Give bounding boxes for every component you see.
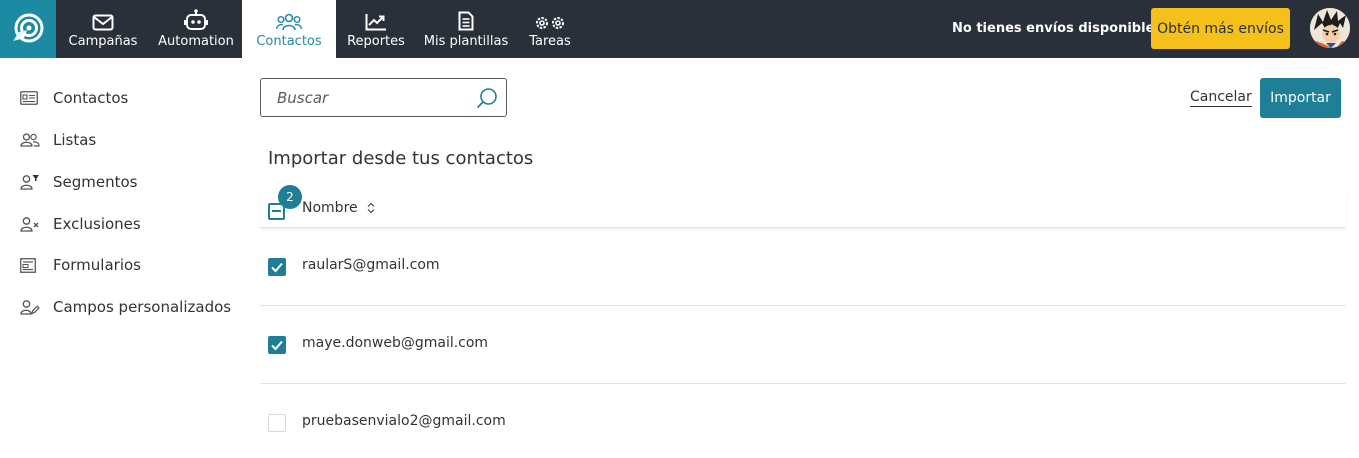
nav-campanas[interactable]: Campañas <box>56 0 150 58</box>
app-logo[interactable] <box>0 0 56 58</box>
cancel-button[interactable]: Cancelar <box>1190 89 1252 107</box>
page-title: Importar desde tus contactos <box>268 148 534 169</box>
nav-label: Contactos <box>256 34 322 49</box>
envelope-icon <box>92 9 114 31</box>
contact-email: maye.donweb@gmail.com <box>302 335 489 351</box>
nav-mis-plantillas[interactable]: Mis plantillas <box>416 0 516 58</box>
users-icon <box>20 130 42 150</box>
gears-icon <box>534 9 566 31</box>
nav-label: Reportes <box>347 34 405 49</box>
table-row: pruebasenvialo2@gmail.com <box>260 384 1346 458</box>
search-input[interactable] <box>277 87 467 109</box>
sidebar-item-label: Listas <box>53 131 97 149</box>
import-button[interactable]: Importar <box>1260 78 1341 118</box>
search-box <box>260 78 507 117</box>
nav-label: Tareas <box>529 34 571 49</box>
nav-reportes[interactable]: Reportes <box>336 0 416 58</box>
contact-email: pruebasenvialo2@gmail.com <box>302 413 506 429</box>
sidebar-item-label: Formularios <box>53 256 141 274</box>
sidebar-item-segmentos[interactable]: Segmentos <box>20 169 138 195</box>
sidebar-item-contactos[interactable]: Contactos <box>20 85 128 111</box>
check-icon <box>271 262 283 273</box>
chart-trend-icon <box>365 9 387 31</box>
table-row: maye.donweb@gmail.com <box>260 306 1346 384</box>
sidebar-item-label: Exclusiones <box>53 215 141 233</box>
obten-mas-envios-button[interactable]: Obtén más envíos <box>1151 8 1290 49</box>
check-icon <box>271 340 283 351</box>
row-checkbox[interactable] <box>268 414 286 432</box>
main-nav: Campañas Automation Contactos Reportes M… <box>56 0 584 58</box>
user-edit-icon <box>20 297 42 317</box>
table-header: 2 Nombre <box>260 185 1346 228</box>
nav-tareas[interactable]: Tareas <box>516 0 584 58</box>
search-icon <box>476 88 497 109</box>
id-card-icon <box>20 88 42 108</box>
form-icon <box>20 255 42 275</box>
top-navigation-bar: Campañas Automation Contactos Reportes M… <box>0 0 1359 58</box>
nav-label: Mis plantillas <box>423 34 509 49</box>
sidebar-item-formularios[interactable]: Formularios <box>20 252 141 278</box>
nav-contactos[interactable]: Contactos <box>242 0 336 58</box>
contact-email: raularS@gmail.com <box>302 257 440 273</box>
sidebar-item-listas[interactable]: Listas <box>20 127 96 153</box>
users-icon <box>276 9 302 31</box>
sidebar: Contactos Listas Segmentos Exclusiones F… <box>0 58 245 458</box>
user-x-icon <box>20 214 42 234</box>
table-row: raularS@gmail.com <box>260 228 1346 306</box>
no-envios-notice: No tienes envíos disponibles. <box>952 21 1168 36</box>
column-header-nombre[interactable]: Nombre <box>302 200 376 216</box>
nav-label: Automation <box>158 34 234 49</box>
sidebar-item-campos-personalizados[interactable]: Campos personalizados <box>20 294 231 320</box>
user-filter-icon <box>20 172 42 192</box>
sidebar-item-label: Segmentos <box>53 173 138 191</box>
search-button[interactable] <box>474 85 500 111</box>
column-header-label: Nombre <box>302 200 358 216</box>
row-checkbox[interactable] <box>268 258 286 276</box>
sidebar-item-label: Contactos <box>53 89 129 107</box>
document-icon <box>458 9 474 31</box>
selected-count-badge: 2 <box>278 185 302 209</box>
sort-icon <box>366 202 376 214</box>
sidebar-item-label: Campos personalizados <box>53 298 232 316</box>
nav-label: Campañas <box>68 34 138 49</box>
avatar[interactable] <box>1310 8 1350 48</box>
nav-automation[interactable]: Automation <box>150 0 242 58</box>
sidebar-item-exclusiones[interactable]: Exclusiones <box>20 211 141 237</box>
row-checkbox[interactable] <box>268 336 286 354</box>
robot-icon <box>184 9 208 31</box>
avatar-image <box>1310 8 1350 48</box>
target-arrow-icon <box>13 13 44 43</box>
